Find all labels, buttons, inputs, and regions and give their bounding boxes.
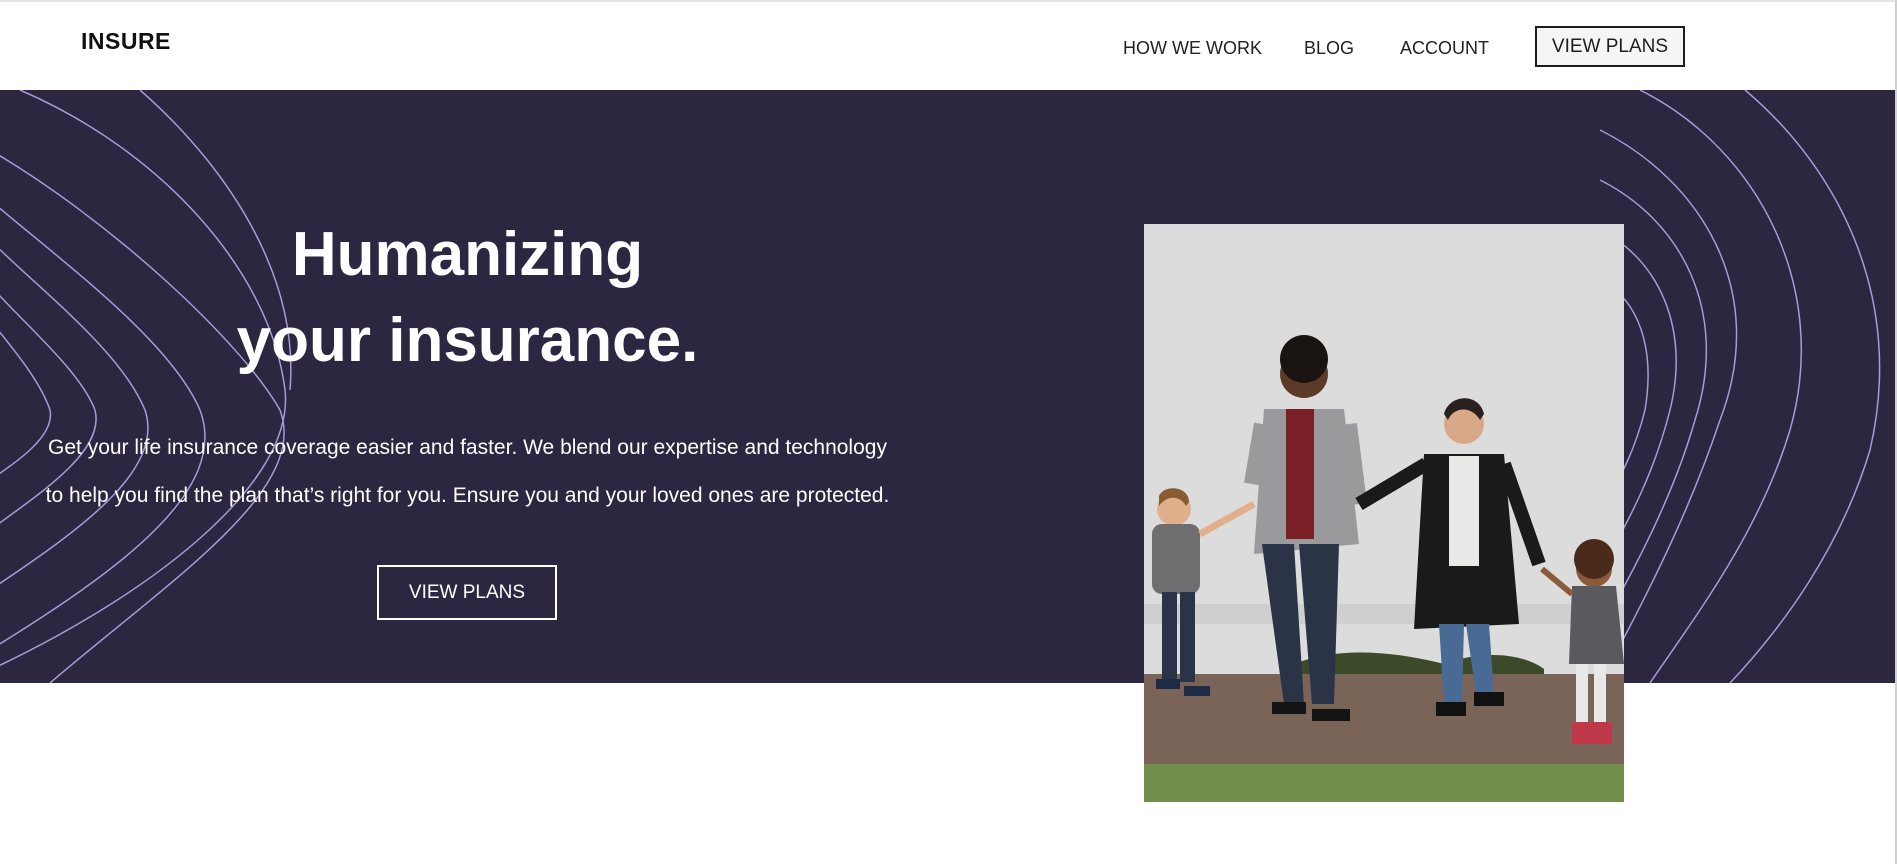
hero-title: Humanizing your insurance. <box>0 212 935 384</box>
hero-title-line-1: Humanizing <box>291 220 644 289</box>
nav-link-blog[interactable]: BLOG <box>1304 38 1354 59</box>
logo[interactable]: INSURE <box>81 28 171 55</box>
hero-description-line-2: to help you find the plan that’s right f… <box>45 484 890 507</box>
hero-description-line-1: Get your life insurance coverage easier … <box>48 436 887 459</box>
family-photo <box>1144 224 1624 802</box>
hero-view-plans-button[interactable]: VIEW PLANS <box>377 565 557 620</box>
nav-link-how-we-work[interactable]: HOW WE WORK <box>1123 38 1262 59</box>
navbar: INSURE HOW WE WORK BLOG ACCOUNT VIEW PLA… <box>0 2 1895 90</box>
nav-link-account[interactable]: ACCOUNT <box>1400 38 1489 59</box>
family-illustration <box>1144 224 1624 802</box>
view-plans-button[interactable]: VIEW PLANS <box>1535 26 1685 67</box>
hero-description: Get your life insurance coverage easier … <box>0 424 935 520</box>
hero-title-line-2: your insurance. <box>236 306 699 375</box>
